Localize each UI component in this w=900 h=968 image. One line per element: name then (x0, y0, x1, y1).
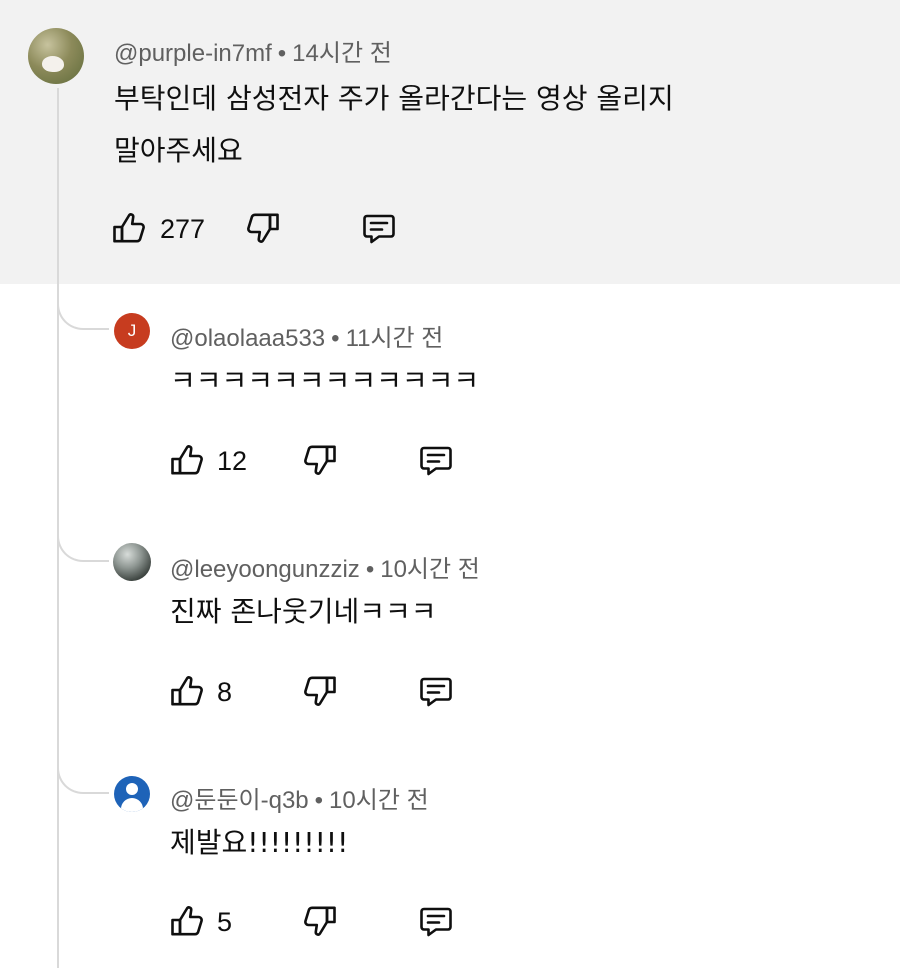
comment-meta: @leeyoongunzziz • 10시간 전 (170, 556, 480, 583)
thumbs-down-icon[interactable] (300, 440, 340, 480)
avatar[interactable]: J (114, 313, 150, 349)
thread-connector (57, 752, 109, 794)
comment-author[interactable]: @olaolaaa533 (170, 325, 325, 352)
comment-time: 11시간 전 (345, 325, 444, 352)
reply-icon[interactable] (416, 901, 456, 941)
comment-author[interactable]: @둔둔이-q3b (170, 787, 309, 814)
comment-meta: @purple-in7mf • 14시간 전 (114, 40, 392, 67)
comment-time: 14시간 전 (292, 40, 392, 67)
thread-connector (57, 520, 109, 562)
like-count: 12 (217, 446, 248, 476)
like-count: 8 (217, 677, 233, 707)
reply-icon[interactable] (359, 208, 399, 248)
thumbs-up-icon[interactable] (167, 440, 207, 480)
thumbs-up-icon[interactable] (109, 208, 149, 248)
thumbs-down-icon[interactable] (243, 208, 283, 248)
thumbs-up-icon[interactable] (167, 901, 207, 941)
comment-author[interactable]: @leeyoongunzziz (170, 556, 360, 583)
comment-meta: @olaolaaa533 • 11시간 전 (170, 325, 444, 352)
comment-time: 10시간 전 (380, 556, 480, 583)
like-count: 5 (217, 907, 233, 937)
comment-text-line-2: 말아주세요 (114, 134, 243, 167)
avatar[interactable] (28, 28, 84, 84)
comment-text: ㅋㅋㅋㅋㅋㅋㅋㅋㅋㅋㅋㅋ (170, 364, 480, 397)
comment-meta: @둔둔이-q3b • 10시간 전 (170, 787, 429, 814)
like-count: 277 (160, 214, 206, 244)
avatar[interactable] (113, 543, 151, 581)
thread-connector (57, 288, 109, 330)
reply-icon[interactable] (416, 440, 456, 480)
comment-author[interactable]: @purple-in7mf (114, 40, 272, 67)
comment-text: 진짜 존나웃기네ㅋㅋㅋ (170, 595, 437, 628)
thumbs-down-icon[interactable] (300, 901, 340, 941)
thumbs-down-icon[interactable] (300, 671, 340, 711)
comment-text-line-1: 부탁인데 삼성전자 주가 올라간다는 영상 올리지 (114, 82, 674, 115)
comment-text: 제발요!!!!!!!!! (170, 826, 349, 859)
thumbs-up-icon[interactable] (167, 671, 207, 711)
reply-icon[interactable] (416, 671, 456, 711)
comment-time: 10시간 전 (329, 787, 429, 814)
avatar[interactable] (114, 776, 150, 812)
